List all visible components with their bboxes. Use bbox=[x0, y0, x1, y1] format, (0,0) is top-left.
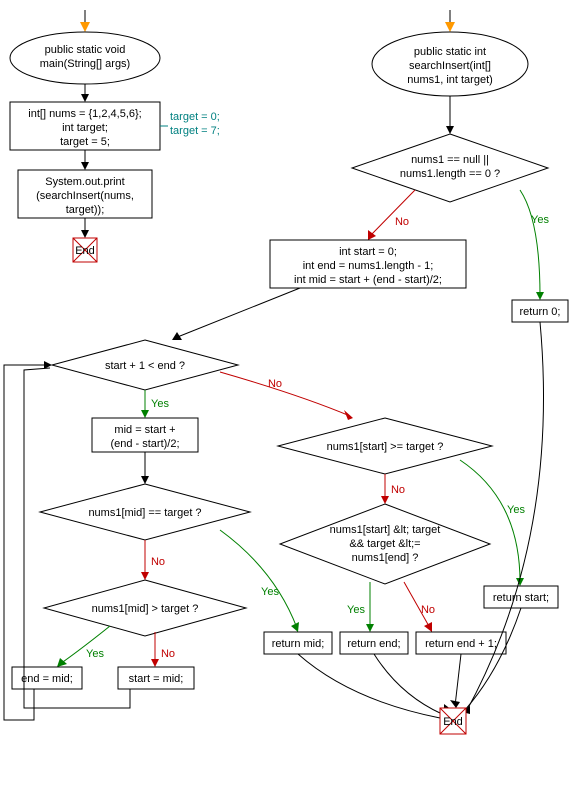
node-start-mid: start = mid; bbox=[118, 667, 194, 689]
node-si-end: End bbox=[440, 708, 466, 734]
text: (end - start)/2; bbox=[110, 438, 179, 450]
text: && target &lt;= bbox=[349, 538, 420, 550]
arrow bbox=[536, 292, 544, 300]
node-init: int start = 0; int end = nums1.length - … bbox=[270, 240, 466, 288]
label-yes: Yes bbox=[507, 504, 525, 516]
label-no: No bbox=[395, 216, 409, 228]
text-main-sig-2: main(String[] args) bbox=[40, 58, 130, 70]
arrow bbox=[151, 659, 159, 667]
node-d-loop: start + 1 < end ? bbox=[52, 340, 238, 390]
label-no: No bbox=[151, 556, 165, 568]
node-main-end: End bbox=[73, 238, 97, 262]
label-no: No bbox=[421, 604, 435, 616]
edge-yes bbox=[460, 460, 520, 582]
text: return start; bbox=[493, 592, 549, 604]
text: mid = start + bbox=[114, 424, 175, 436]
text: start + 1 < end ? bbox=[105, 360, 185, 372]
node-d-start-ge: nums1[start] >= target ? bbox=[278, 418, 492, 474]
arrow bbox=[141, 410, 149, 418]
edge-no bbox=[220, 372, 350, 416]
text: nums1[start] &lt; target bbox=[330, 524, 441, 536]
text: end = mid; bbox=[21, 673, 73, 685]
text-end: End bbox=[443, 716, 463, 728]
text: int end = nums1.length - 1; bbox=[303, 260, 434, 272]
edge-yes bbox=[520, 190, 540, 296]
text: searchInsert(int[] bbox=[409, 60, 491, 72]
arrow bbox=[81, 230, 89, 238]
text: int[] nums = {1,2,4,5,6}; bbox=[28, 108, 141, 120]
text: (searchInsert(nums, bbox=[36, 190, 134, 202]
text: nums1[mid] == target ? bbox=[88, 507, 201, 519]
text: return 0; bbox=[520, 306, 561, 318]
text: int start = 0; bbox=[339, 246, 397, 258]
node-d-between: nums1[start] &lt; target && target &lt;=… bbox=[280, 504, 490, 584]
text: System.out.print bbox=[45, 176, 124, 188]
text: nums1[mid] > target ? bbox=[92, 603, 199, 615]
text-main-sig-1: public static void bbox=[45, 44, 126, 56]
text: public static int bbox=[414, 46, 486, 58]
node-return-start: return start; bbox=[484, 586, 558, 608]
text: target)); bbox=[66, 204, 105, 216]
edge-no bbox=[370, 190, 415, 236]
node-return-0: return 0; bbox=[512, 300, 568, 322]
arrow bbox=[141, 572, 149, 580]
node-main-print: System.out.print (searchInsert(nums, tar… bbox=[18, 170, 152, 218]
node-d-mid-gt: nums1[mid] > target ? bbox=[44, 580, 246, 636]
label-no: No bbox=[268, 378, 282, 390]
node-d-null: nums1 == null || nums1.length == 0 ? bbox=[352, 134, 548, 202]
edge bbox=[175, 288, 300, 338]
node-return-end: return end; bbox=[340, 632, 408, 654]
entry-arrow-main bbox=[80, 10, 90, 32]
arrow bbox=[141, 476, 149, 484]
comment-target-0: target = 0; bbox=[170, 111, 220, 123]
node-mid-calc: mid = start + (end - start)/2; bbox=[92, 418, 198, 452]
arrow bbox=[381, 496, 389, 504]
label-yes: Yes bbox=[261, 586, 279, 598]
text: nums1[start] >= target ? bbox=[327, 441, 444, 453]
text: nums1 == null || bbox=[411, 154, 489, 166]
text: start = mid; bbox=[129, 673, 184, 685]
arrow bbox=[446, 126, 454, 134]
text: int target; bbox=[62, 122, 108, 134]
arrow bbox=[57, 658, 67, 667]
text: nums1[end] ? bbox=[352, 552, 419, 564]
node-return-mid: return mid; bbox=[264, 632, 332, 654]
arrow bbox=[366, 624, 374, 632]
arrow bbox=[344, 410, 353, 420]
text: target = 5; bbox=[60, 136, 110, 148]
text-end: End bbox=[75, 245, 95, 257]
node-end-mid: end = mid; bbox=[12, 667, 82, 689]
text: return end; bbox=[347, 638, 400, 650]
label-yes: Yes bbox=[347, 604, 365, 616]
entry-arrow-searchinsert bbox=[445, 10, 455, 32]
label-yes: Yes bbox=[151, 398, 169, 410]
arrow bbox=[81, 162, 89, 170]
node-main-signature: public static void main(String[] args) bbox=[10, 32, 160, 84]
node-main-init: int[] nums = {1,2,4,5,6}; int target; ta… bbox=[10, 102, 160, 150]
comment-target-7: target = 7; bbox=[170, 125, 220, 137]
label-yes: Yes bbox=[531, 214, 549, 226]
node-return-end1: return end + 1; bbox=[416, 632, 506, 654]
text: return mid; bbox=[272, 638, 325, 650]
text: int mid = start + (end - start)/2; bbox=[294, 274, 442, 286]
label-yes: Yes bbox=[86, 648, 104, 660]
label-no: No bbox=[161, 648, 175, 660]
text: return end + 1; bbox=[425, 638, 497, 650]
node-d-mid-eq: nums1[mid] == target ? bbox=[40, 484, 250, 540]
label-no: No bbox=[391, 484, 405, 496]
text: nums1.length == 0 ? bbox=[400, 168, 500, 180]
arrow bbox=[81, 94, 89, 102]
node-si-signature: public static int searchInsert(int[] num… bbox=[372, 32, 528, 96]
text: nums1, int target) bbox=[407, 74, 493, 86]
